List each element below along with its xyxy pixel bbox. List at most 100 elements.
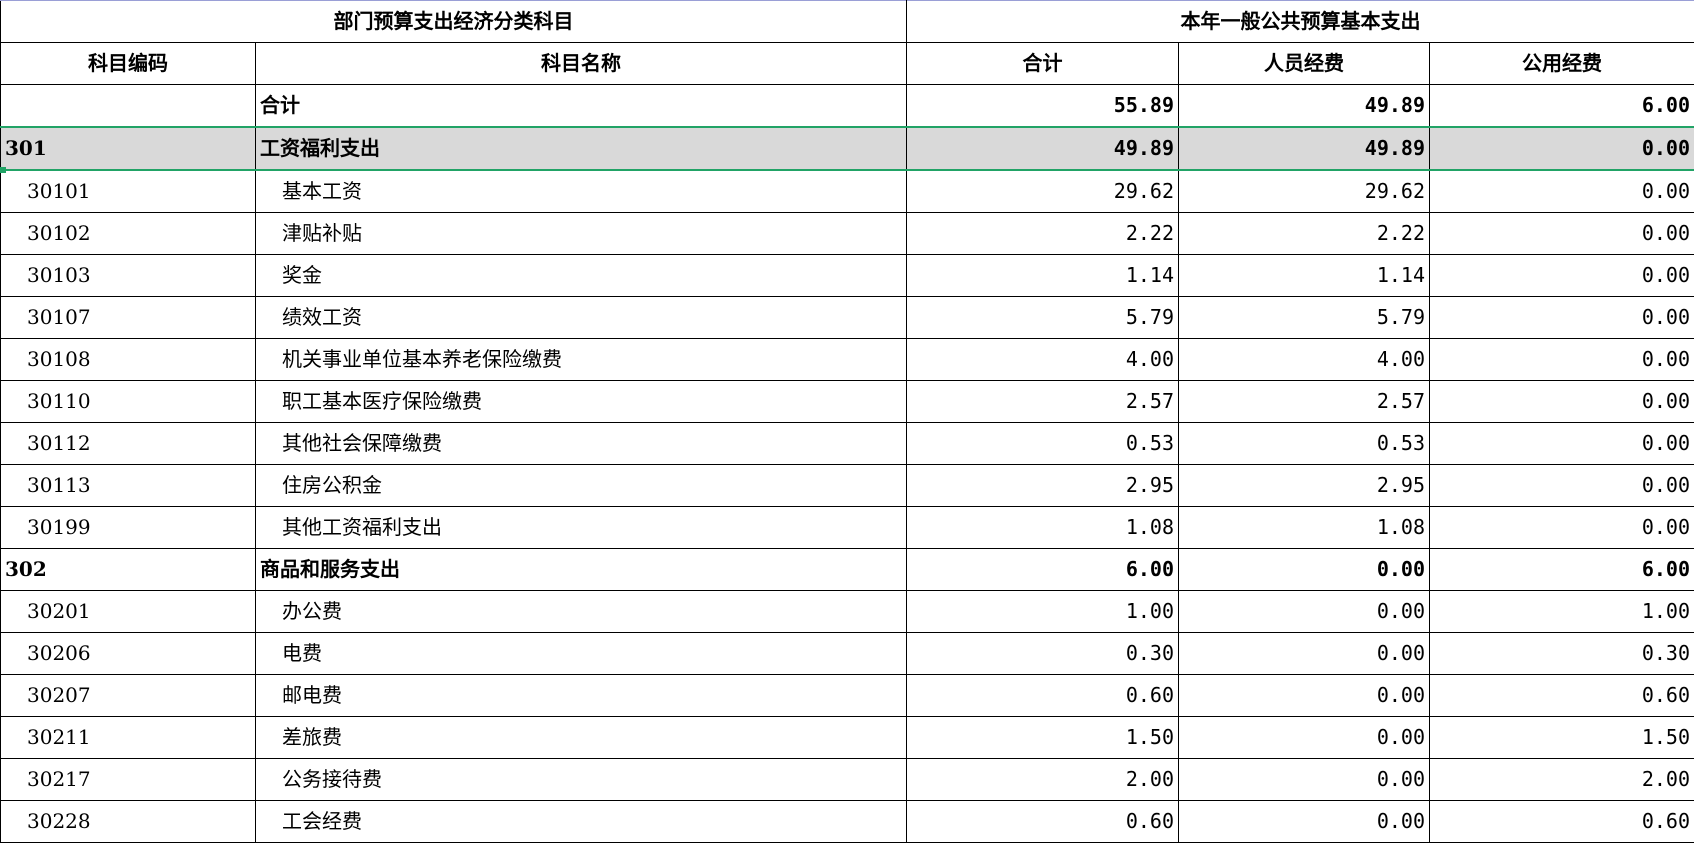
cell-subject-name[interactable]: 奖金 [256, 255, 907, 297]
cell-total[interactable]: 0.60 [907, 675, 1179, 717]
cell-subject-name[interactable]: 绩效工资 [256, 297, 907, 339]
cell-public-expense[interactable]: 0.00 [1430, 423, 1694, 465]
cell-personnel-expense[interactable]: 2.57 [1179, 381, 1430, 423]
header-public-expense[interactable]: 公用经费 [1430, 43, 1694, 85]
cell-subject-name[interactable]: 电费 [256, 633, 907, 675]
cell-total[interactable]: 29.62 [907, 170, 1179, 213]
header-group-basic-expenditure[interactable]: 本年一般公共预算基本支出 [907, 1, 1694, 43]
cell-subject-name[interactable]: 工会经费 [256, 801, 907, 843]
cell-subject-name[interactable]: 其他工资福利支出 [256, 507, 907, 549]
cell-public-expense[interactable]: 1.00 [1430, 591, 1694, 633]
cell-personnel-expense[interactable]: 2.22 [1179, 213, 1430, 255]
cell-subject-name[interactable]: 职工基本医疗保险缴费 [256, 381, 907, 423]
cell-subject-name[interactable]: 机关事业单位基本养老保险缴费 [256, 339, 907, 381]
cell-public-expense[interactable]: 2.00 [1430, 759, 1694, 801]
cell-subject-name[interactable]: 邮电费 [256, 675, 907, 717]
selection-fill-handle[interactable] [0, 167, 6, 173]
cell-total[interactable]: 2.57 [907, 381, 1179, 423]
cell-public-expense[interactable]: 1.50 [1430, 717, 1694, 759]
cell-subject-name[interactable]: 其他社会保障缴费 [256, 423, 907, 465]
cell-personnel-expense[interactable]: 0.00 [1179, 801, 1430, 843]
cell-total[interactable]: 5.79 [907, 297, 1179, 339]
cell-public-expense[interactable]: 0.60 [1430, 801, 1694, 843]
cell-personnel-expense[interactable]: 49.89 [1179, 85, 1430, 128]
cell-personnel-expense[interactable]: 1.08 [1179, 507, 1430, 549]
cell-public-expense[interactable]: 0.00 [1430, 381, 1694, 423]
cell-public-expense[interactable]: 0.00 [1430, 465, 1694, 507]
cell-subject-name[interactable]: 津贴补贴 [256, 213, 907, 255]
cell-total[interactable]: 2.00 [907, 759, 1179, 801]
header-subject-name[interactable]: 科目名称 [256, 43, 907, 85]
cell-subject-code[interactable]: 302 [1, 549, 256, 591]
cell-subject-code[interactable]: 30217 [1, 759, 256, 801]
cell-subject-name[interactable]: 办公费 [256, 591, 907, 633]
cell-personnel-expense[interactable]: 4.00 [1179, 339, 1430, 381]
cell-personnel-expense[interactable]: 0.00 [1179, 717, 1430, 759]
header-total[interactable]: 合计 [907, 43, 1179, 85]
cell-total[interactable]: 0.53 [907, 423, 1179, 465]
cell-subject-code[interactable]: 301 [1, 127, 256, 170]
cell-public-expense[interactable]: 6.00 [1430, 549, 1694, 591]
cell-subject-code[interactable]: 30199 [1, 507, 256, 549]
cell-personnel-expense[interactable]: 0.00 [1179, 675, 1430, 717]
cell-subject-code[interactable]: 30201 [1, 591, 256, 633]
header-group-row: 部门预算支出经济分类科目 本年一般公共预算基本支出 [1, 1, 1694, 43]
cell-public-expense[interactable]: 0.00 [1430, 507, 1694, 549]
cell-subject-code[interactable]: 30112 [1, 423, 256, 465]
cell-subject-code[interactable]: 30228 [1, 801, 256, 843]
cell-subject-name[interactable]: 基本工资 [256, 170, 907, 213]
cell-public-expense[interactable]: 0.00 [1430, 297, 1694, 339]
cell-total[interactable]: 4.00 [907, 339, 1179, 381]
cell-total[interactable]: 2.95 [907, 465, 1179, 507]
cell-total[interactable]: 0.60 [907, 801, 1179, 843]
cell-personnel-expense[interactable]: 29.62 [1179, 170, 1430, 213]
cell-personnel-expense[interactable]: 0.00 [1179, 633, 1430, 675]
cell-personnel-expense[interactable]: 0.00 [1179, 759, 1430, 801]
cell-total[interactable]: 1.00 [907, 591, 1179, 633]
header-personnel-expense[interactable]: 人员经费 [1179, 43, 1430, 85]
header-subject-code[interactable]: 科目编码 [1, 43, 256, 85]
cell-total[interactable]: 1.14 [907, 255, 1179, 297]
header-group-classification[interactable]: 部门预算支出经济分类科目 [1, 1, 907, 43]
cell-public-expense[interactable]: 0.00 [1430, 255, 1694, 297]
cell-public-expense[interactable]: 0.30 [1430, 633, 1694, 675]
cell-subject-name[interactable]: 工资福利支出 [256, 127, 907, 170]
cell-personnel-expense[interactable]: 0.00 [1179, 591, 1430, 633]
cell-subject-name[interactable]: 商品和服务支出 [256, 549, 907, 591]
cell-total[interactable]: 49.89 [907, 127, 1179, 170]
cell-subject-code[interactable]: 30113 [1, 465, 256, 507]
cell-personnel-expense[interactable]: 0.00 [1179, 549, 1430, 591]
cell-total[interactable]: 55.89 [907, 85, 1179, 128]
cell-total[interactable]: 0.30 [907, 633, 1179, 675]
cell-subject-name[interactable]: 合计 [256, 85, 907, 128]
table-row: 30206电费0.300.000.30 [1, 633, 1694, 675]
cell-personnel-expense[interactable]: 49.89 [1179, 127, 1430, 170]
cell-public-expense[interactable]: 0.00 [1430, 127, 1694, 170]
cell-total[interactable]: 1.50 [907, 717, 1179, 759]
cell-public-expense[interactable]: 0.00 [1430, 170, 1694, 213]
cell-subject-name[interactable]: 住房公积金 [256, 465, 907, 507]
cell-subject-code[interactable]: 30207 [1, 675, 256, 717]
cell-subject-code[interactable]: 30211 [1, 717, 256, 759]
cell-personnel-expense[interactable]: 1.14 [1179, 255, 1430, 297]
cell-subject-code[interactable]: 30108 [1, 339, 256, 381]
cell-public-expense[interactable]: 6.00 [1430, 85, 1694, 128]
cell-total[interactable]: 2.22 [907, 213, 1179, 255]
cell-personnel-expense[interactable]: 0.53 [1179, 423, 1430, 465]
cell-subject-code[interactable] [1, 85, 256, 128]
cell-total[interactable]: 6.00 [907, 549, 1179, 591]
cell-personnel-expense[interactable]: 5.79 [1179, 297, 1430, 339]
cell-public-expense[interactable]: 0.00 [1430, 339, 1694, 381]
cell-subject-code[interactable]: 30102 [1, 213, 256, 255]
cell-public-expense[interactable]: 0.00 [1430, 213, 1694, 255]
cell-personnel-expense[interactable]: 2.95 [1179, 465, 1430, 507]
cell-total[interactable]: 1.08 [907, 507, 1179, 549]
cell-subject-code[interactable]: 30107 [1, 297, 256, 339]
cell-subject-name[interactable]: 差旅费 [256, 717, 907, 759]
cell-subject-code[interactable]: 30110 [1, 381, 256, 423]
cell-public-expense[interactable]: 0.60 [1430, 675, 1694, 717]
cell-subject-code[interactable]: 30101 [1, 170, 256, 213]
cell-subject-code[interactable]: 30103 [1, 255, 256, 297]
cell-subject-code[interactable]: 30206 [1, 633, 256, 675]
cell-subject-name[interactable]: 公务接待费 [256, 759, 907, 801]
